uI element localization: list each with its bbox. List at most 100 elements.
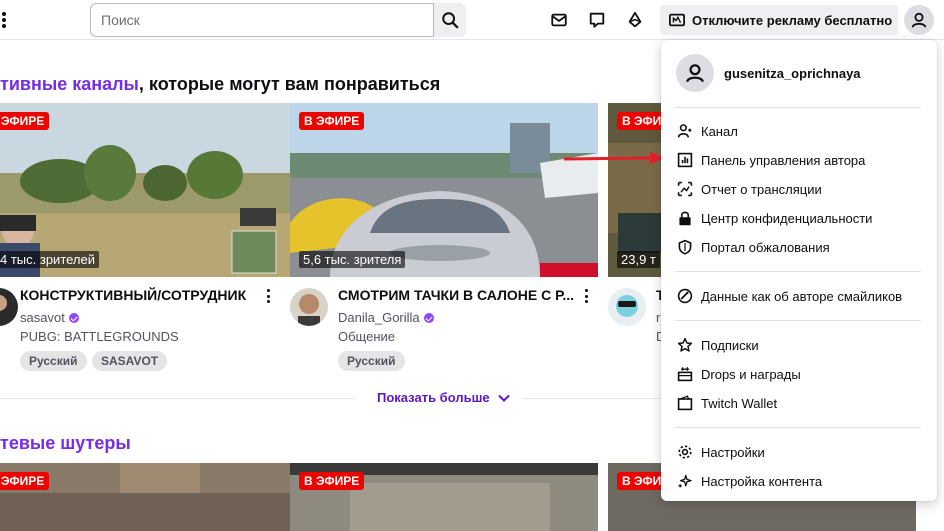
divider — [0, 398, 355, 399]
search-box[interactable] — [90, 3, 434, 37]
menu-item-label: Центр конфиденциальности — [701, 210, 873, 226]
chevron-down-icon — [497, 394, 510, 402]
turn-off-ads-label: Отключите рекламу бесплатно — [692, 12, 893, 28]
emote-data-icon — [677, 288, 693, 304]
card-more-icon[interactable] — [263, 289, 273, 303]
star-icon — [677, 337, 693, 352]
divider — [675, 107, 921, 108]
shooters-heading: тевые шутеры — [0, 433, 131, 454]
tag[interactable]: Русский — [338, 351, 405, 371]
menu-item-content-settings[interactable]: Настройка контента — [677, 468, 923, 494]
menu-item-label: Drops и награды — [701, 366, 801, 382]
menu-item-emote-author-data[interactable]: Данные как об авторе смайликов — [677, 283, 923, 309]
stream-thumbnail[interactable]: ЭФИРЕ — [0, 463, 308, 531]
top-navigation-bar: Отключите рекламу бесплатно — [0, 0, 944, 40]
menu-item-label: Портал обжалования — [701, 239, 830, 255]
turn-off-ads-button[interactable]: Отключите рекламу бесплатно — [660, 5, 898, 35]
menu-item-appeals-portal[interactable]: Портал обжалования — [677, 234, 923, 260]
recommended-heading-text: , которые могут вам понравиться — [138, 74, 441, 94]
inbox-icon — [551, 13, 567, 27]
tag[interactable]: Русский — [20, 351, 87, 371]
more-vertical-icon[interactable] — [0, 10, 8, 30]
menu-item-label: Twitch Wallet — [701, 395, 778, 411]
show-more-label: Показать больше — [377, 390, 490, 405]
menu-item-drops-rewards[interactable]: Drops и награды — [677, 361, 923, 387]
crown-icon — [669, 13, 685, 27]
card-more-icon[interactable] — [581, 289, 591, 303]
menu-item-label: Панель управления автора — [701, 152, 866, 168]
menu-item-label: Канал — [701, 123, 738, 139]
gear-icon — [678, 445, 692, 459]
recommended-heading-link[interactable]: тивные каналы — [0, 74, 139, 94]
channel-name-row[interactable]: sasavot — [20, 310, 79, 325]
stream-category[interactable]: PUBG: BATTLEGROUNDS — [20, 329, 179, 344]
inbox-button[interactable] — [548, 9, 570, 31]
bits-button[interactable] — [624, 9, 646, 31]
search-button[interactable] — [434, 3, 466, 37]
shield-icon — [678, 239, 692, 255]
divider — [675, 320, 921, 321]
stream-thumbnail[interactable]: В ЭФИРЕ 5,6 тыс. зрителя — [290, 103, 598, 277]
menu-item-settings[interactable]: Настройки — [677, 439, 923, 465]
menu-item-stream-report[interactable]: Отчет о трансляции — [677, 176, 923, 202]
menu-item-channel[interactable]: Канал — [677, 118, 923, 144]
avatar — [676, 54, 714, 92]
whispers-button[interactable] — [586, 9, 608, 31]
dropdown-user-header: gusenitza_oprichnaya — [676, 54, 861, 92]
menu-item-privacy-center[interactable]: Центр конфиденциальности — [677, 205, 923, 231]
menu-item-subscriptions[interactable]: Подписки — [677, 332, 923, 358]
live-badge: В ЭФИРЕ — [299, 472, 365, 490]
channel-avatar[interactable] — [608, 288, 646, 326]
bits-icon — [628, 11, 642, 28]
username: gusenitza_oprichnaya — [724, 65, 861, 81]
verified-icon — [68, 312, 79, 323]
menu-item-label: Данные как об авторе смайликов — [701, 288, 903, 304]
search-input[interactable] — [91, 4, 433, 36]
shooters-heading-link[interactable]: тевые шутеры — [0, 433, 131, 453]
menu-item-label: Настройки — [701, 444, 765, 460]
menu-item-label: Подписки — [701, 337, 759, 353]
show-more-button[interactable]: Показать больше — [377, 390, 510, 405]
stream-category[interactable]: Общение — [338, 329, 395, 344]
stream-title[interactable]: СМОТРИМ ТАЧКИ В САЛОНЕ С Р... — [338, 287, 574, 303]
recommended-channels-heading: тивные каналы, которые могут вам понрави… — [0, 74, 440, 95]
dashboard-icon — [677, 152, 693, 168]
channel-avatar[interactable] — [290, 288, 328, 326]
search-icon — [442, 12, 459, 29]
stream-title[interactable]: КОНСТРУКТИВНЫЙ/СОТРУДНИК — [20, 287, 246, 303]
menu-item-twitch-wallet[interactable]: Twitch Wallet — [677, 390, 923, 416]
lock-icon — [679, 211, 691, 226]
channel-avatar[interactable] — [0, 288, 18, 326]
divider — [675, 427, 921, 428]
menu-item-label: Настройка контента — [701, 473, 823, 489]
user-icon — [686, 64, 704, 83]
stream-thumbnail[interactable]: В ЭФИРЕ — [290, 463, 598, 531]
live-badge: ЭФИРЕ — [0, 472, 50, 490]
viewer-count: 4 тыс. зрителей — [0, 251, 99, 268]
verified-icon — [423, 312, 434, 323]
menu-item-creator-dashboard[interactable]: Панель управления автора — [677, 147, 923, 173]
stream-thumbnail[interactable]: ЭФИРЕ 4 тыс. зрителей — [0, 103, 308, 277]
drops-icon — [677, 367, 693, 382]
wallet-icon — [677, 395, 693, 411]
channel-name[interactable]: r — [656, 310, 660, 325]
user-menu-button[interactable] — [904, 5, 934, 35]
whispers-icon — [589, 12, 605, 28]
live-badge: ЭФИРЕ — [0, 112, 50, 130]
user-icon — [911, 12, 927, 28]
channel-avatar-image — [608, 288, 646, 326]
user-dropdown-menu: gusenitza_oprichnaya Канал Панель управл… — [661, 40, 937, 501]
channel-avatar-image — [290, 288, 328, 326]
menu-item-label: Отчет о трансляции — [701, 181, 822, 197]
stream-report-icon — [677, 181, 693, 197]
channel-avatar-image — [0, 288, 18, 326]
channel-name[interactable]: sasavot — [20, 310, 65, 325]
channel-name-row[interactable]: r — [656, 310, 660, 325]
viewer-count: 5,6 тыс. зрителя — [299, 251, 406, 268]
tag[interactable]: SASAVOT — [92, 351, 168, 371]
channel-name[interactable]: Danila_Gorilla — [338, 310, 420, 325]
channel-name-row[interactable]: Danila_Gorilla — [338, 310, 434, 325]
sparkle-icon — [678, 474, 692, 488]
viewer-count: 23,9 т — [617, 251, 660, 268]
channel-icon — [677, 124, 692, 138]
